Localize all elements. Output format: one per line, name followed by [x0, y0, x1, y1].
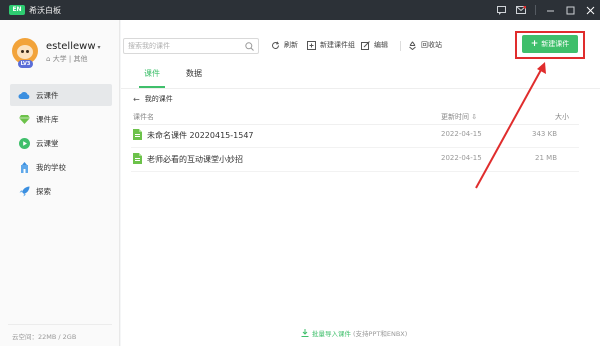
- refresh-icon: [272, 41, 280, 49]
- search-box[interactable]: [123, 38, 259, 54]
- column-header-size[interactable]: 大小: [555, 112, 569, 122]
- toolbar-separator: [400, 41, 401, 51]
- titlebar-separator: [535, 5, 536, 15]
- recycle-icon: [409, 41, 416, 50]
- refresh-label: 刷新: [284, 41, 298, 49]
- school-icon: [18, 161, 30, 173]
- sidebar-item-label: 我的学校: [36, 162, 66, 172]
- file-date: 2022-04-15: [441, 154, 482, 162]
- cloud-icon: [18, 89, 30, 101]
- new-folder-button[interactable]: 新建课件组: [307, 40, 355, 50]
- divider: [121, 88, 600, 89]
- file-name: 未命名课件 20220415-1547: [147, 131, 254, 140]
- avatar-eye: [26, 50, 29, 53]
- sidebar-item-my-school[interactable]: 我的学校: [10, 156, 112, 178]
- file-date: 2022-04-15: [441, 130, 482, 138]
- file-name: 老师必看的互动课堂小妙招: [147, 155, 243, 164]
- sidebar-nav: 云课件 课件库 云课堂 我的学校 探索: [10, 84, 112, 204]
- plus-icon: +: [530, 39, 539, 49]
- feedback-icon[interactable]: [491, 0, 511, 20]
- user-meta-text: 大学 | 其他: [52, 55, 88, 63]
- breadcrumb-label: 我的课件: [144, 95, 173, 103]
- main-panel: 课件 数据 ← 我的课件 课件名 更新时间 ⇩ 大小 未命名课件 2022041…: [121, 60, 600, 346]
- recycle-bin-button[interactable]: 回收站: [408, 40, 442, 50]
- file-size: 343 KB: [532, 130, 557, 138]
- column-header-name[interactable]: 课件名: [133, 112, 154, 122]
- sidebar-item-label: 课件库: [36, 114, 59, 124]
- sidebar-item-cloud-class[interactable]: 云课堂: [10, 132, 112, 154]
- avatar-face: [17, 45, 33, 59]
- edit-icon: [361, 40, 370, 50]
- play-circle-icon: [18, 137, 30, 149]
- courseware-file-icon: [133, 153, 142, 166]
- batch-import-link[interactable]: 批量导入课件 (支持PPT和ENBX): [301, 328, 407, 338]
- sidebar: LV3 estelleww ▾ ⌂ 大学 | 其他 云课件 课件库 云课堂 我的…: [0, 20, 120, 346]
- user-meta: ⌂ 大学 | 其他: [46, 54, 88, 64]
- edit-label: 编辑: [374, 41, 388, 49]
- sidebar-item-label: 探索: [36, 186, 51, 196]
- file-size: 21 MB: [535, 154, 557, 162]
- storage-usage: 云空间：22MB / 2GB: [12, 333, 77, 341]
- create-courseware-button[interactable]: + 新建课件: [522, 35, 578, 53]
- refresh-button[interactable]: 刷新: [271, 40, 298, 50]
- school-small-icon: ⌂: [46, 55, 51, 63]
- batch-import-hint: (支持PPT和ENBX): [353, 330, 408, 338]
- recycle-bin-label: 回收站: [421, 41, 442, 49]
- create-courseware-label: 新建课件: [541, 40, 570, 48]
- import-icon: [301, 329, 309, 337]
- breadcrumb[interactable]: ← 我的课件: [133, 94, 173, 104]
- app-title: 希沃白板: [29, 5, 61, 15]
- new-folder-label: 新建课件组: [320, 41, 355, 49]
- title-bar: EN 希沃白板: [0, 0, 600, 20]
- app-logo: EN: [9, 5, 25, 15]
- user-profile[interactable]: LV3 estelleww ▾ ⌂ 大学 | 其他: [12, 38, 112, 78]
- divider: [8, 324, 112, 325]
- sidebar-item-label: 云课堂: [36, 138, 59, 148]
- level-badge: LV3: [18, 60, 33, 68]
- divider: [131, 171, 579, 172]
- column-header-updated[interactable]: 更新时间 ⇩: [441, 112, 477, 122]
- tab-data[interactable]: 数据: [173, 60, 215, 88]
- sidebar-item-explore[interactable]: 探索: [10, 180, 112, 202]
- back-arrow-icon[interactable]: ←: [133, 95, 140, 104]
- close-icon[interactable]: [580, 0, 600, 20]
- avatar-eye: [21, 50, 24, 53]
- sidebar-item-label: 云课件: [36, 90, 59, 100]
- mail-icon[interactable]: [511, 0, 531, 20]
- tab-courseware[interactable]: 课件: [131, 60, 173, 88]
- edit-button[interactable]: 编辑: [361, 40, 388, 50]
- tab-bar: 课件 数据: [131, 60, 215, 88]
- search-icon[interactable]: [245, 42, 254, 53]
- table-row[interactable]: 老师必看的互动课堂小妙招 2022-04-15 21 MB: [131, 148, 579, 170]
- add-folder-icon: [307, 40, 316, 50]
- maximize-icon[interactable]: [560, 0, 580, 20]
- chevron-down-icon[interactable]: ▾: [98, 44, 101, 51]
- batch-import-label: 批量导入课件: [312, 330, 351, 338]
- table-row[interactable]: 未命名课件 20220415-1547 2022-04-15 343 KB: [131, 124, 579, 146]
- sidebar-item-cloud-courseware[interactable]: 云课件: [10, 84, 112, 106]
- minimize-icon[interactable]: [540, 0, 560, 20]
- search-input[interactable]: [128, 40, 240, 52]
- username[interactable]: estelleww ▾: [46, 41, 101, 52]
- courseware-file-icon: [133, 129, 142, 142]
- sidebar-item-library[interactable]: 课件库: [10, 108, 112, 130]
- rocket-icon: [18, 185, 30, 197]
- gem-icon: [18, 113, 30, 125]
- username-text: estelleww: [46, 41, 96, 52]
